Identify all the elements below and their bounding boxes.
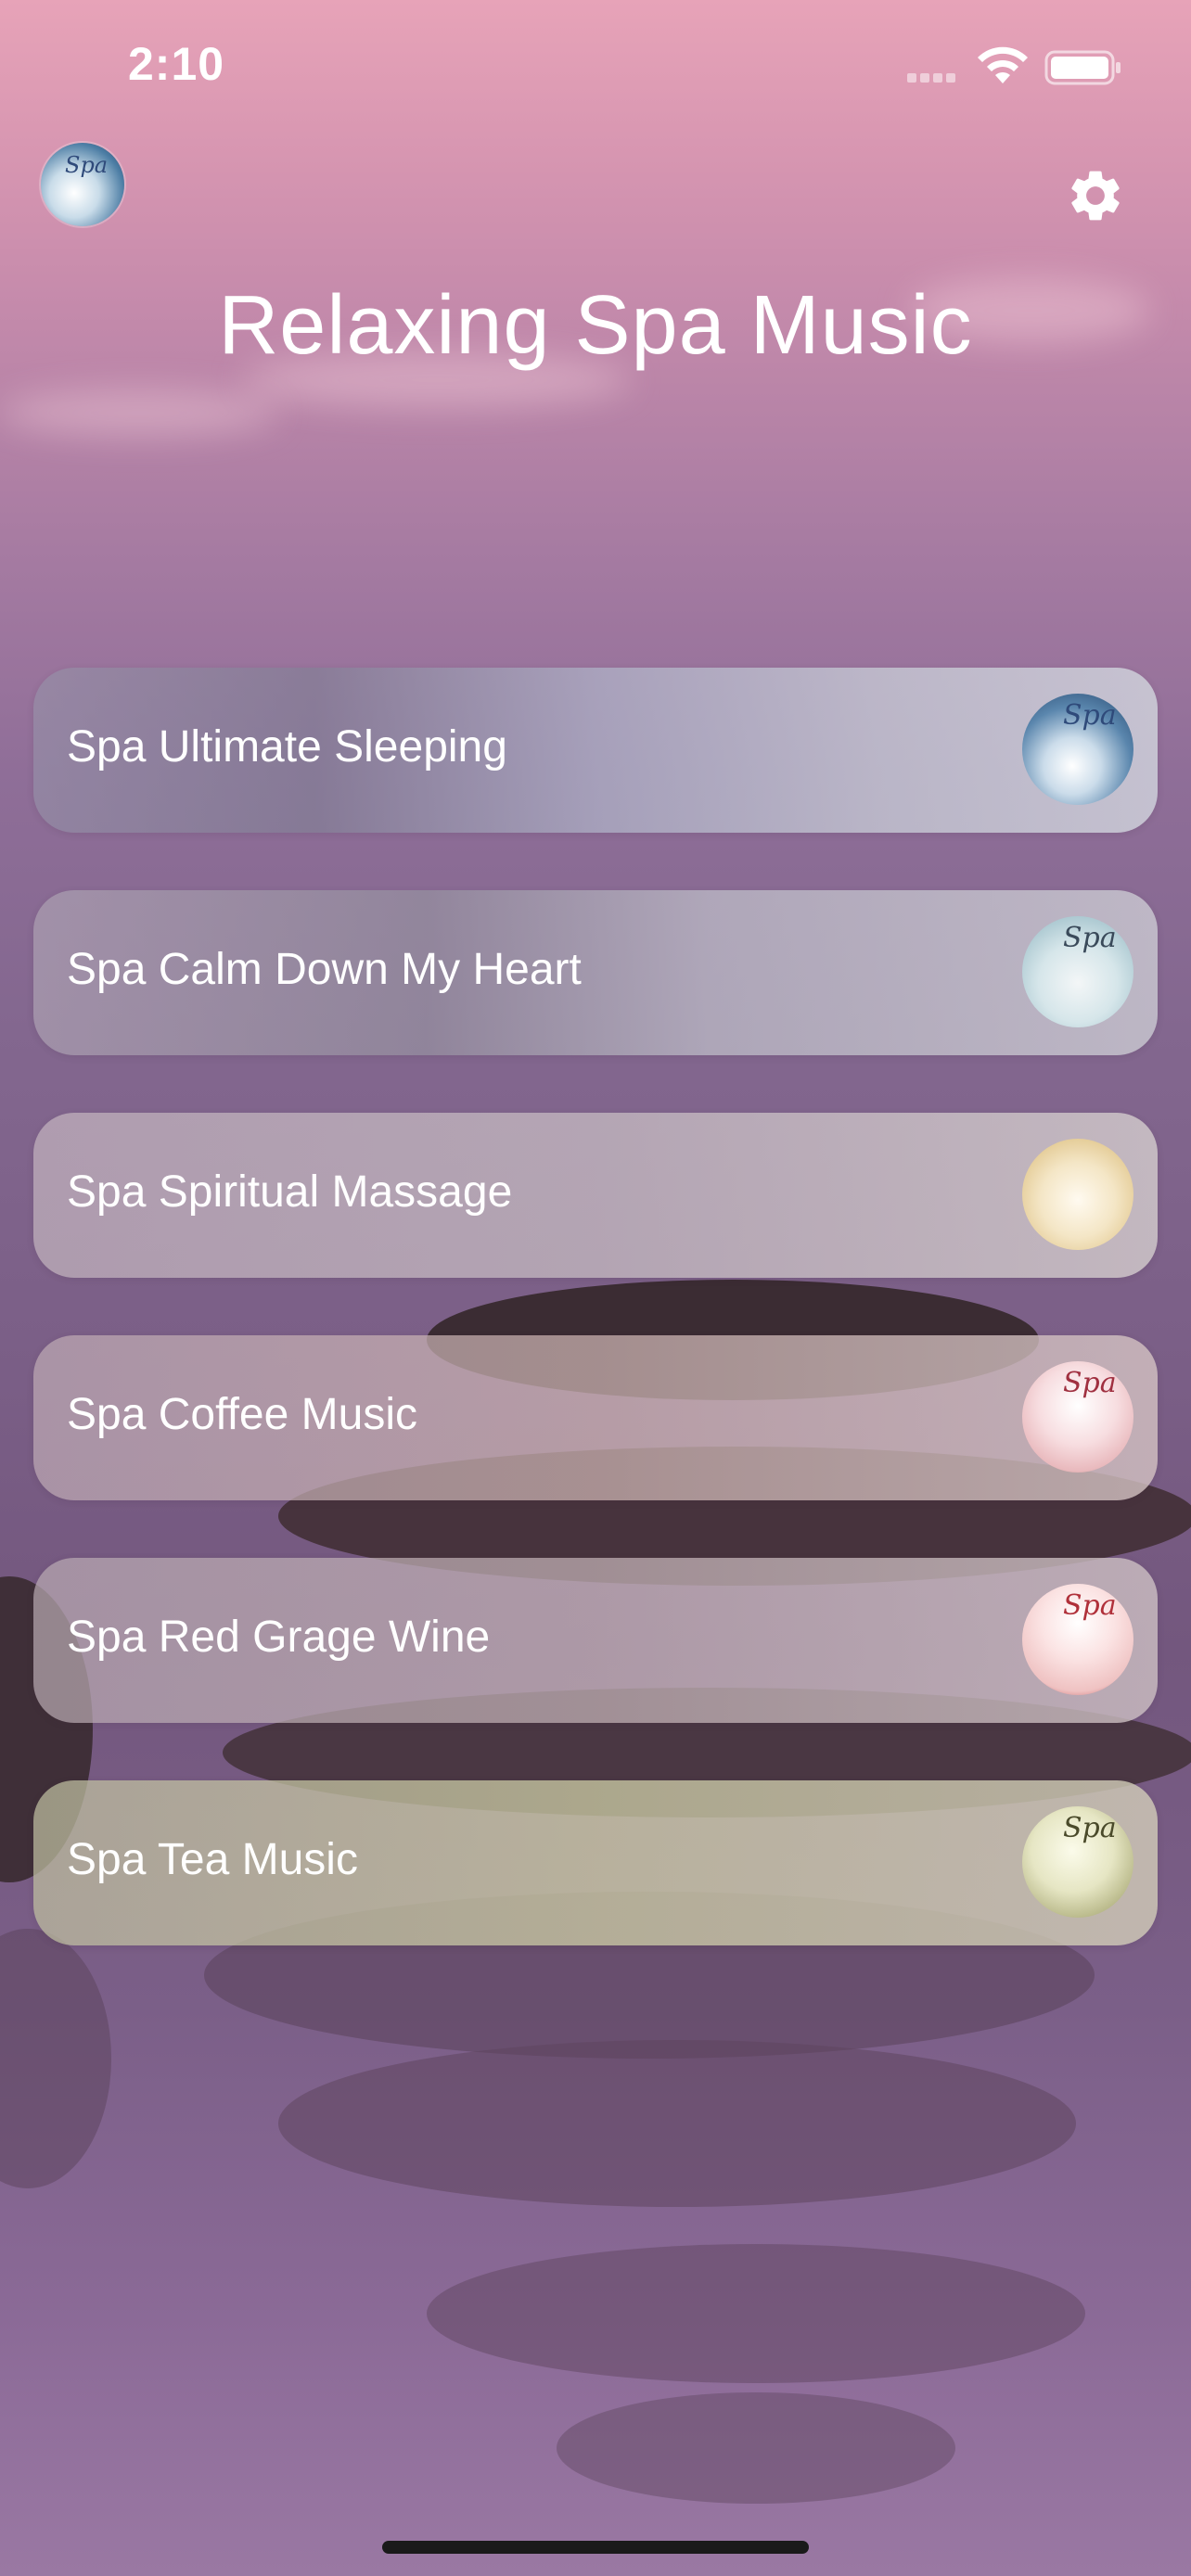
wifi-icon	[978, 46, 1028, 83]
track-list: Spa Ultimate Sleeping Spa Spa Calm Down …	[33, 668, 1158, 2003]
album-thumbnail	[1022, 1139, 1133, 1250]
track-title: Spa Calm Down My Heart	[67, 945, 582, 994]
background-stone	[427, 2244, 1085, 2383]
track-title: Spa Red Grage Wine	[67, 1613, 491, 1662]
avatar-label: Spa	[65, 152, 109, 178]
track-title: Spa Ultimate Sleeping	[67, 722, 507, 772]
status-bar: 2:10	[0, 0, 1191, 130]
thumb-label: Spa	[1063, 922, 1117, 954]
signal-icon	[907, 70, 963, 83]
thumb-label: Spa	[1063, 1367, 1117, 1399]
track-card-spiritual-massage[interactable]: Spa Spiritual Massage	[33, 1113, 1158, 1278]
page-title: Relaxing Spa Music	[218, 279, 973, 372]
track-card-tea-music[interactable]: Spa Tea Music Spa	[33, 1780, 1158, 1945]
album-thumbnail: Spa	[1022, 916, 1133, 1027]
app-screen: 2:10 Spa Relaxing Spa Music Spa Ultimate…	[0, 0, 1191, 2576]
avatar[interactable]: Spa	[41, 143, 124, 226]
album-thumbnail: Spa	[1022, 694, 1133, 805]
album-thumbnail: Spa	[1022, 1584, 1133, 1695]
thumb-label: Spa	[1063, 1812, 1117, 1844]
thumb-label: Spa	[1063, 699, 1117, 732]
background-stone	[557, 2392, 955, 2504]
track-card-ultimate-sleeping[interactable]: Spa Ultimate Sleeping Spa	[33, 668, 1158, 833]
track-title: Spa Spiritual Massage	[67, 1167, 513, 1217]
track-title: Spa Coffee Music	[67, 1390, 417, 1439]
status-time: 2:10	[128, 38, 225, 90]
background-cloud	[0, 389, 278, 436]
thumb-label: Spa	[1063, 1589, 1117, 1622]
track-card-coffee-music[interactable]: Spa Coffee Music Spa	[33, 1335, 1158, 1500]
gear-icon[interactable]	[1065, 165, 1126, 226]
album-thumbnail: Spa	[1022, 1361, 1133, 1473]
track-title: Spa Tea Music	[67, 1835, 358, 1884]
battery-icon	[1044, 50, 1121, 85]
background-stone	[278, 2040, 1076, 2207]
home-indicator	[382, 2541, 809, 2554]
track-card-calm-down-my-heart[interactable]: Spa Calm Down My Heart Spa	[33, 890, 1158, 1055]
album-thumbnail: Spa	[1022, 1806, 1133, 1918]
track-card-red-grage-wine[interactable]: Spa Red Grage Wine Spa	[33, 1558, 1158, 1723]
